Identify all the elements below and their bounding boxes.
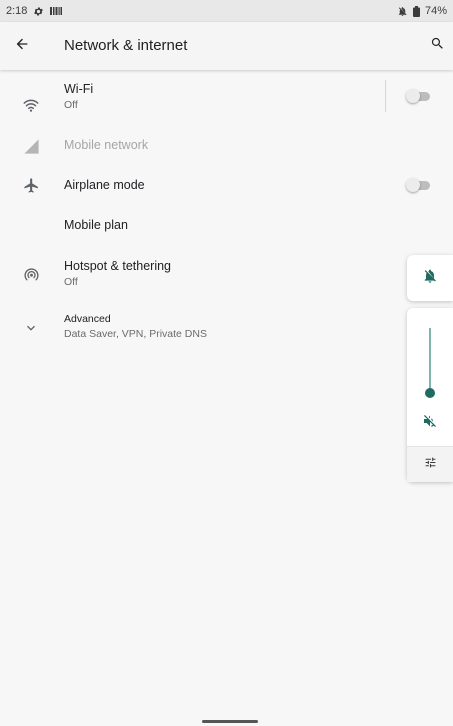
advanced-summary: Data Saver, VPN, Private DNS: [64, 328, 207, 340]
airplane-icon: [20, 174, 42, 196]
status-left: 2:18: [6, 5, 63, 17]
hotspot-title: Hotspot & tethering: [64, 259, 172, 273]
search-icon: [430, 36, 445, 56]
mobile-network-title: Mobile network: [64, 138, 149, 152]
hotspot-item[interactable]: Hotspot & tethering Off: [0, 254, 453, 294]
advanced-title: Advanced: [64, 313, 111, 325]
wifi-icon: [20, 94, 42, 116]
wifi-title: Wi-Fi: [64, 82, 94, 96]
airplane-mode-toggle-thumb: [406, 178, 420, 192]
gesture-nav-handle[interactable]: [202, 720, 258, 723]
battery-percent: 74%: [424, 5, 447, 17]
status-right: 74%: [397, 5, 447, 17]
mobile-plan-item[interactable]: Mobile plan: [0, 210, 453, 240]
ringer-mode-button[interactable]: [407, 255, 453, 301]
page-title: Network & internet: [64, 37, 188, 54]
hotspot-summary: Off: [64, 276, 78, 288]
settings-gear-icon: [33, 6, 44, 17]
status-bar: 2:18 74%: [0, 0, 453, 22]
advanced-item[interactable]: Advanced Data Saver, VPN, Private DNS: [0, 310, 453, 346]
back-button[interactable]: [10, 34, 34, 58]
volume-mute-button[interactable]: [419, 412, 441, 434]
airplane-mode-toggle[interactable]: [406, 178, 432, 192]
mobile-plan-title: Mobile plan: [64, 218, 128, 232]
search-button[interactable]: [425, 34, 449, 58]
status-time: 2:18: [6, 5, 28, 17]
volume-slider-track[interactable]: [429, 328, 431, 392]
sliders-icon: [424, 456, 437, 474]
volume-slider-thumb[interactable]: [425, 388, 435, 398]
ringer-off-icon: [422, 268, 438, 289]
volume-panel: [407, 308, 453, 482]
airplane-mode-title: Airplane mode: [64, 178, 145, 192]
cellular-signal-icon: [20, 135, 42, 157]
barcode-notification-icon: [50, 7, 63, 15]
back-arrow-icon: [14, 36, 30, 57]
airplane-mode-item[interactable]: Airplane mode: [0, 170, 453, 200]
wifi-toggle-divider: [385, 80, 386, 112]
wifi-summary: Off: [64, 99, 78, 111]
wifi-toggle-thumb: [406, 89, 420, 103]
volume-mute-icon: [422, 413, 438, 434]
hotspot-icon: [20, 263, 42, 285]
mobile-network-item: Mobile network: [0, 130, 453, 160]
app-bar: Network & internet: [0, 22, 453, 70]
wifi-toggle[interactable]: [406, 89, 432, 103]
battery-icon: [412, 5, 420, 17]
sound-settings-button[interactable]: [407, 447, 453, 482]
notifications-off-icon: [397, 6, 408, 17]
chevron-down-icon: [20, 317, 42, 339]
